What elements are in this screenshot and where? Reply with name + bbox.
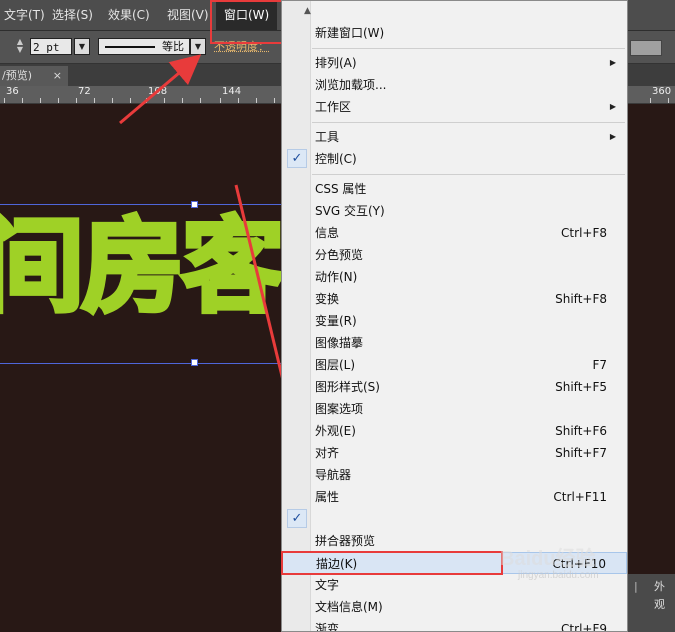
submenu-arrow-icon: ▶ — [609, 58, 616, 67]
menu-item-label: 图形样式(S) — [315, 380, 380, 394]
menu-item[interactable]: 外观(E) Shift+F6 — [282, 420, 627, 442]
scroll-up-icon[interactable]: ▲ — [304, 6, 311, 16]
menu-item-shortcut: Shift+F8 — [555, 292, 607, 306]
menu-item[interactable]: 属性 Ctrl+F11 — [282, 486, 627, 508]
menu-item-shortcut: Shift+F6 — [555, 424, 607, 438]
menu-item[interactable]: 工具 ▶ — [282, 126, 627, 148]
watermark-brand: Baidu经验 — [500, 548, 596, 570]
menu-item-label: SVG 交互(Y) — [315, 204, 385, 218]
menu-item-label: 浏览加载项... — [315, 78, 387, 92]
checkmark-icon: ✓ — [287, 149, 307, 168]
menu-item-label: 工作区 — [315, 100, 352, 114]
menu-item-shortcut: Shift+F5 — [555, 380, 607, 394]
menu-item[interactable]: 图案选项 — [282, 398, 627, 420]
window-dropdown-menu: ▲ 新建窗口(W) 排列(A) ▶ 浏览加载项... 工作区 ▶ 工具 ▶ ✓ 控制(C) CSS … — [281, 0, 628, 632]
menu-item-label: 新建窗口(W) — [315, 26, 385, 40]
menu-item-label: 属性 — [315, 490, 340, 504]
menu-item-label: 图层(L) — [315, 358, 356, 372]
menu-item-label: 拼合器预览 — [315, 534, 376, 548]
menu-item-label: 分色预览 — [315, 248, 364, 262]
menu-item[interactable]: 图像描摹 — [282, 332, 627, 354]
menu-item[interactable]: 信息 Ctrl+F8 — [282, 222, 627, 244]
menu-separator — [312, 48, 625, 49]
menu-item-shortcut: Shift+F7 — [555, 446, 607, 460]
menu-item-label: 文字 — [315, 578, 340, 592]
menu-item[interactable]: 文档信息(M) — [282, 596, 627, 618]
checkmark-icon: ✓ — [287, 509, 307, 528]
menu-item-label: 对齐 — [315, 446, 340, 460]
menu-item[interactable]: ✓ 控制(C) — [282, 148, 627, 170]
menu-item[interactable]: SVG 交互(Y) — [282, 200, 627, 222]
menu-item[interactable]: 导航器 — [282, 464, 627, 486]
menu-item[interactable]: 浏览加载项... — [282, 74, 627, 96]
menu-separator — [312, 174, 625, 175]
menu-item-label: 文档信息(M) — [315, 600, 383, 614]
menu-item-label: 图案选项 — [315, 402, 364, 416]
watermark-url: jingyan.baidu.com — [518, 570, 599, 581]
menu-item-label: 控制(C) — [315, 152, 357, 166]
menu-item[interactable]: 变换 Shift+F8 — [282, 288, 627, 310]
menu-item-label: 图像描摹 — [315, 336, 364, 350]
menu-item[interactable]: 排列(A) ▶ — [282, 52, 627, 74]
menu-item[interactable]: 新建窗口(W) — [282, 22, 627, 44]
menu-item-shortcut: Ctrl+F11 — [553, 490, 607, 504]
menu-item-label: 动作(N) — [315, 270, 358, 284]
menu-item[interactable]: ✓ — [282, 508, 627, 530]
menu-item[interactable]: CSS 属性 — [282, 178, 627, 200]
menu-item-shortcut: Ctrl+F9 — [561, 622, 607, 632]
menu-item-label: 排列(A) — [315, 56, 357, 70]
menu-item[interactable]: 分色预览 — [282, 244, 627, 266]
submenu-arrow-icon: ▶ — [609, 132, 616, 141]
menu-item-label: 信息 — [315, 226, 340, 240]
menu-item-label: CSS 属性 — [315, 182, 367, 196]
menu-item[interactable]: 图形样式(S) Shift+F5 — [282, 376, 627, 398]
menu-item[interactable]: 对齐 Shift+F7 — [282, 442, 627, 464]
annotation-box-stroke-item — [281, 551, 503, 575]
menu-item-shortcut: F7 — [592, 358, 607, 372]
menu-item-label: 变换 — [315, 292, 340, 306]
submenu-arrow-icon: ▶ — [609, 102, 616, 111]
menu-item-label: 工具 — [315, 130, 340, 144]
menu-item[interactable]: 渐变 Ctrl+F9 — [282, 618, 627, 632]
menu-item-label: 外观(E) — [315, 424, 356, 438]
menu-item-label: 渐变 — [315, 622, 340, 632]
baidu-watermark: Baidu经验 jingyan.baidu.com — [500, 548, 599, 582]
menu-item[interactable]: 动作(N) — [282, 266, 627, 288]
menu-item-label: 变量(R) — [315, 314, 357, 328]
menu-item[interactable]: 工作区 ▶ — [282, 96, 627, 118]
menu-item-label: 导航器 — [315, 468, 352, 482]
menu-separator — [312, 122, 625, 123]
menu-item-shortcut: Ctrl+F8 — [561, 226, 607, 240]
menu-item[interactable]: 变量(R) — [282, 310, 627, 332]
menu-item[interactable]: 图层(L) F7 — [282, 354, 627, 376]
